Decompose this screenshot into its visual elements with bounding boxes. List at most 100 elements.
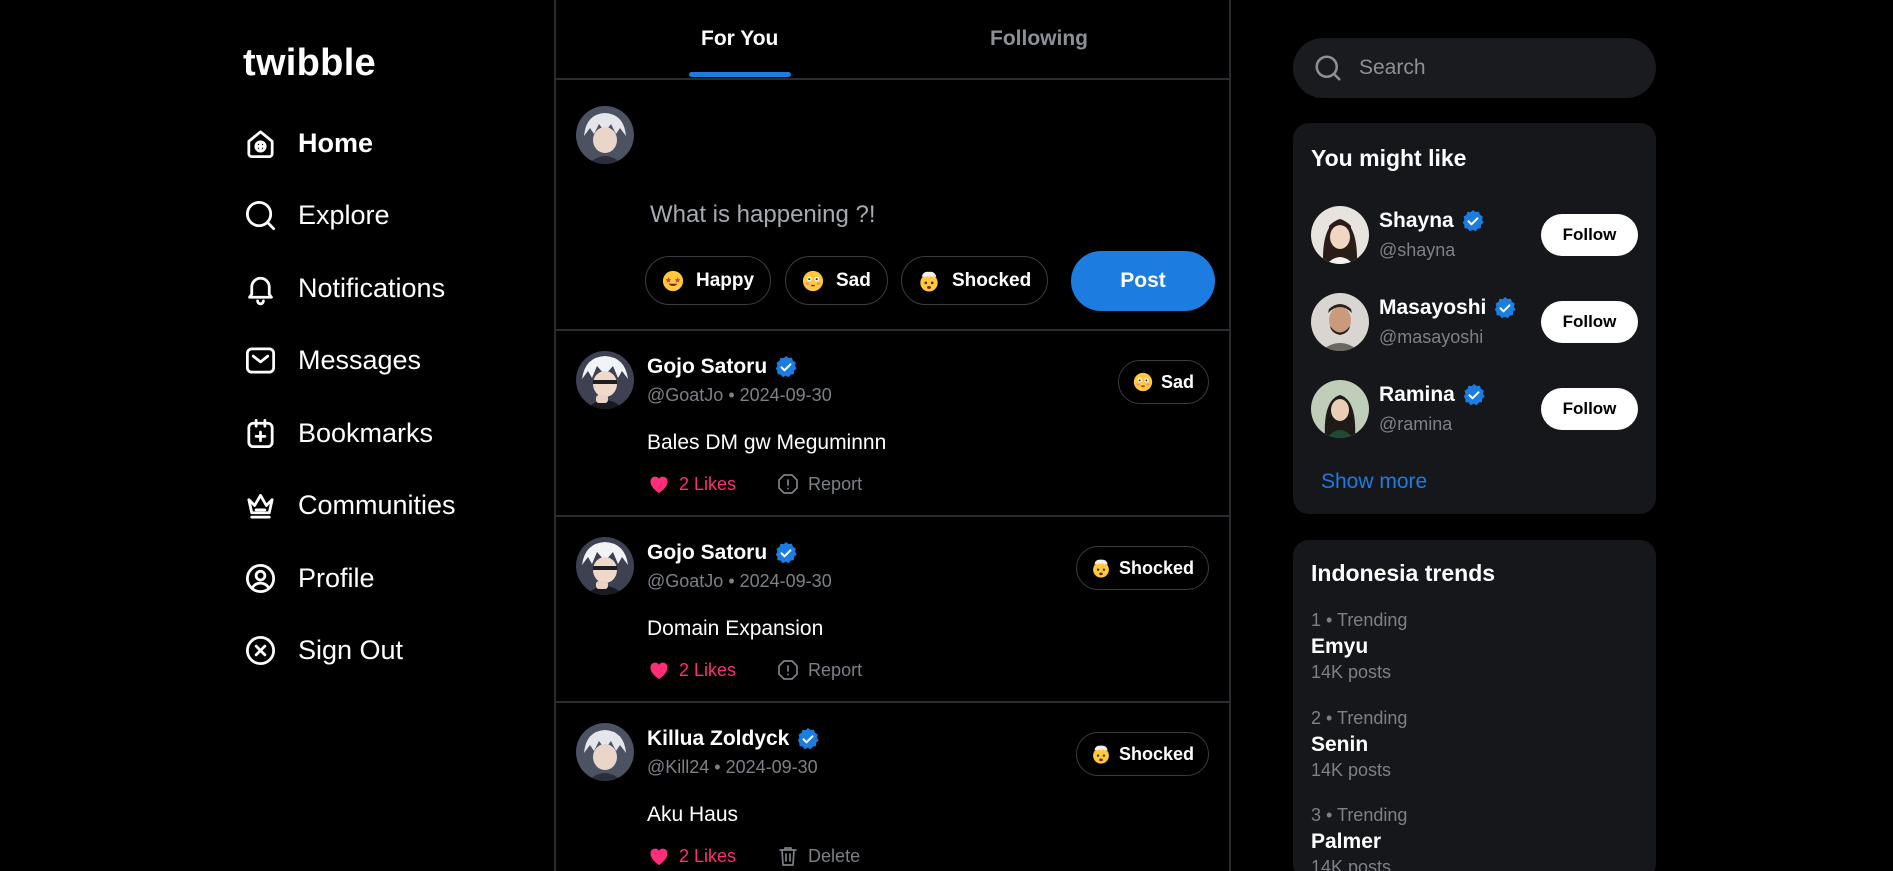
exploding-head-emoji-icon xyxy=(1093,745,1109,764)
delete-button[interactable]: Delete xyxy=(776,844,860,868)
post-handle: @GoatJo xyxy=(647,571,724,591)
search-input[interactable] xyxy=(1359,56,1619,80)
nav-item-label: Profile xyxy=(298,562,375,593)
suggestions-title: You might like xyxy=(1311,145,1467,171)
flushed-emoji-icon xyxy=(802,270,824,291)
nav-item-home[interactable]: Home xyxy=(243,124,456,162)
brand-logo[interactable]: twibble xyxy=(243,42,376,85)
follow-button[interactable]: Follow xyxy=(1541,214,1638,256)
trends-title: Indonesia trends xyxy=(1311,560,1496,586)
nav-item-label: Explore xyxy=(298,200,390,230)
trend-name: Senin xyxy=(1311,733,1369,756)
star-struck-emoji-icon xyxy=(662,270,684,291)
mood-label: Happy xyxy=(696,269,755,291)
suggestion-item: Shayna @shayna Follow xyxy=(1311,206,1638,266)
trend-count: 14K posts xyxy=(1311,662,1392,682)
mood-badge: Shocked xyxy=(1075,546,1209,590)
post-text: Domain Expansion xyxy=(647,617,824,640)
like-button[interactable]: 2 Likes xyxy=(647,658,736,682)
post-button[interactable]: Post xyxy=(1071,251,1215,311)
verified-badge-icon xyxy=(775,542,797,564)
trend-name: Emyu xyxy=(1311,635,1369,658)
avatar[interactable] xyxy=(1311,206,1369,264)
post-author[interactable]: Gojo Satoru xyxy=(647,541,798,565)
heart-icon xyxy=(650,476,668,493)
nav-item-bookmarks[interactable]: Bookmarks xyxy=(243,414,456,452)
avatar[interactable] xyxy=(576,537,634,595)
suggestion-name-text: Shayna xyxy=(1379,209,1454,232)
like-button[interactable]: 2 Likes xyxy=(647,844,736,868)
post-handle: @Kill24 xyxy=(647,757,710,777)
mood-badge-label: Shocked xyxy=(1118,557,1194,578)
composer-input[interactable] xyxy=(650,201,1190,229)
post-author-name: Gojo Satoru xyxy=(647,355,768,378)
post-item: Killua Zoldyck @Kill24 • 2024-09-30 Shoc… xyxy=(556,703,1229,871)
x-circle-icon xyxy=(243,633,278,668)
suggestions-card: You might like Shayna @shayna Follow Mas… xyxy=(1293,123,1656,514)
post-author[interactable]: Gojo Satoru xyxy=(647,355,798,379)
suggestion-name[interactable]: Ramina xyxy=(1379,383,1486,407)
verified-badge-icon xyxy=(1462,210,1484,232)
nav-item-messages[interactable]: Messages xyxy=(243,342,456,380)
trend-count: 14K posts xyxy=(1311,857,1392,871)
avatar[interactable] xyxy=(1311,293,1369,351)
search-bar[interactable] xyxy=(1293,38,1656,98)
trends-card: Indonesia trends 1 • Trending Emyu 14K p… xyxy=(1293,540,1656,871)
suggestion-name[interactable]: Shayna xyxy=(1379,209,1485,233)
search-icon xyxy=(243,198,278,233)
like-count: 2 Likes xyxy=(679,659,737,680)
suggestion-name[interactable]: Masayoshi xyxy=(1379,296,1517,320)
main-feed: For You Following Happy Sad Shocked Post… xyxy=(554,0,1231,871)
trend-item[interactable]: 2 • Trending Senin 14K posts xyxy=(1311,708,1407,781)
post-item: Gojo Satoru @GoatJo • 2024-09-30 Sad Bal… xyxy=(556,331,1229,517)
follow-button[interactable]: Follow xyxy=(1541,301,1638,343)
nav-item-label: Sign Out xyxy=(298,635,404,665)
feed-tabs: For You Following xyxy=(556,0,1229,80)
mood-happy-button[interactable]: Happy xyxy=(645,256,772,305)
avatar[interactable] xyxy=(576,106,634,164)
suggestion-name-text: Masayoshi xyxy=(1379,296,1487,319)
mood-shocked-button[interactable]: Shocked xyxy=(901,256,1049,305)
post-meta: @GoatJo • 2024-09-30 xyxy=(647,571,832,591)
tab-following[interactable]: Following xyxy=(990,27,1088,51)
avatar[interactable] xyxy=(576,351,634,409)
avatar[interactable] xyxy=(576,723,634,781)
trend-count: 14K posts xyxy=(1311,760,1392,780)
home-icon xyxy=(243,126,278,161)
post-handle: @GoatJo xyxy=(647,385,724,405)
tab-for-you[interactable]: For You xyxy=(701,27,778,51)
report-icon xyxy=(778,474,798,494)
like-button[interactable]: 2 Likes xyxy=(647,472,736,496)
mood-sad-button[interactable]: Sad xyxy=(785,256,888,305)
mail-icon xyxy=(243,343,278,378)
nav-item-explore[interactable]: Explore xyxy=(243,197,456,235)
nav-item-label: Messages xyxy=(298,345,422,375)
post-actions: 2 Likes Delete xyxy=(647,844,860,868)
trend-item[interactable]: 1 • Trending Emyu 14K posts xyxy=(1311,610,1407,683)
crown-icon xyxy=(243,488,278,523)
user-icon xyxy=(243,561,278,596)
exploding-head-emoji-icon xyxy=(920,271,938,292)
post-meta: @GoatJo • 2024-09-30 xyxy=(647,385,832,405)
nav-item-notifications[interactable]: Notifications xyxy=(243,269,456,307)
follow-button[interactable]: Follow xyxy=(1541,388,1638,430)
report-button[interactable]: Report xyxy=(776,472,862,496)
mood-badge-label: Shocked xyxy=(1118,743,1194,764)
nav-item-profile[interactable]: Profile xyxy=(243,559,456,597)
nav-item-label: Bookmarks xyxy=(298,417,434,448)
report-button[interactable]: Report xyxy=(776,658,862,682)
trash-icon xyxy=(779,847,797,866)
nav-item-sign-out[interactable]: Sign Out xyxy=(243,632,456,670)
trend-meta: 1 • Trending xyxy=(1311,610,1408,630)
avatar[interactable] xyxy=(1311,380,1369,438)
post-date: 2024-09-30 xyxy=(725,757,818,777)
show-more-link[interactable]: Show more xyxy=(1321,470,1427,494)
post-date: 2024-09-30 xyxy=(739,571,832,591)
nav-item-communities[interactable]: Communities xyxy=(243,487,456,525)
post-author-name: Killua Zoldyck xyxy=(647,727,790,750)
suggestion-name-text: Ramina xyxy=(1379,383,1455,406)
post-author[interactable]: Killua Zoldyck xyxy=(647,727,820,751)
post-actions: 2 Likes Report xyxy=(647,658,862,682)
trend-item[interactable]: 3 • Trending Palmer 14K posts xyxy=(1311,805,1407,871)
post-author-name: Gojo Satoru xyxy=(647,541,768,564)
